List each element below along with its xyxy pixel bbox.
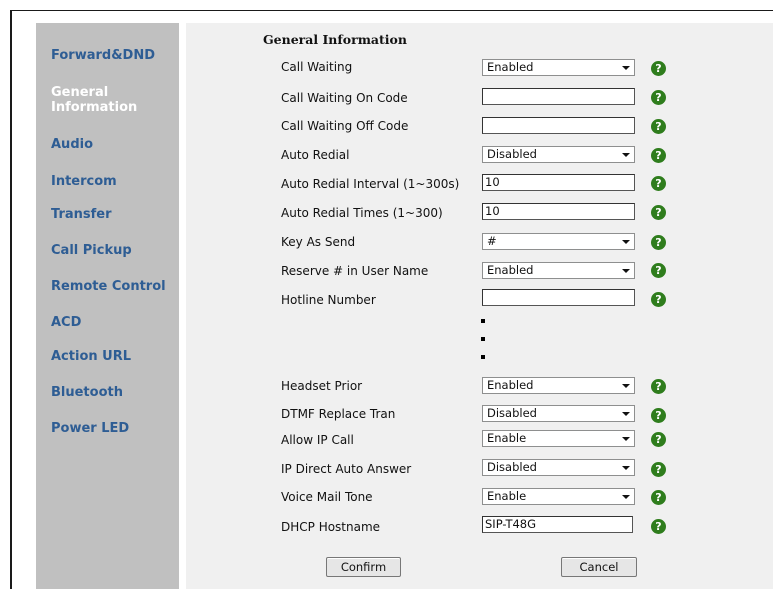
question-mark-icon[interactable]: ? (651, 61, 666, 76)
auto-redial-select[interactable]: Disabled (482, 146, 635, 163)
ip-direct-auto-answer-select[interactable]: Disabled (482, 459, 635, 476)
select-value: Enabled (487, 378, 534, 392)
field-label: DTMF Replace Tran (281, 407, 396, 421)
sidebar-item-action-url[interactable]: Action URL (51, 349, 176, 364)
question-mark-icon[interactable]: ? (651, 263, 666, 278)
dropdown-arrow-icon (622, 437, 630, 441)
select-value: Disabled (487, 460, 537, 474)
field-label: IP Direct Auto Answer (281, 462, 412, 476)
field-label: Auto Redial Interval (1~300s) (281, 177, 460, 191)
call-waiting-off-code-input[interactable] (482, 117, 635, 134)
dropdown-arrow-icon (622, 495, 630, 499)
ellipsis-dot (481, 319, 485, 323)
question-mark-icon[interactable]: ? (651, 519, 666, 534)
field-label: Call Waiting (281, 60, 353, 74)
select-value: Enabled (487, 263, 534, 277)
allow-ip-call-select[interactable]: Enable (482, 430, 635, 447)
question-mark-icon[interactable]: ? (651, 176, 666, 191)
question-mark-icon[interactable]: ? (651, 90, 666, 105)
select-value: # (487, 234, 497, 248)
field-label: Allow IP Call (281, 433, 354, 447)
question-mark-icon[interactable]: ? (651, 119, 666, 134)
field-label: Voice Mail Tone (281, 490, 373, 504)
question-mark-icon[interactable]: ? (651, 408, 666, 423)
question-mark-icon[interactable]: ? (651, 490, 666, 505)
field-label: DHCP Hostname (281, 520, 381, 534)
sidebar-item-intercom[interactable]: Intercom (51, 174, 176, 189)
settings-panel (186, 23, 773, 589)
dropdown-arrow-icon (622, 66, 630, 70)
field-label: Call Waiting Off Code (281, 119, 409, 133)
auto-redial-interval-input[interactable]: 10 (482, 174, 635, 191)
sidebar-item-transfer[interactable]: Transfer (51, 207, 176, 222)
cancel-button[interactable]: Cancel (561, 557, 637, 577)
sidebar-item-forward-dnd[interactable]: Forward&DND (51, 48, 176, 63)
dhcp-hostname-input[interactable]: SIP-T48G (482, 516, 633, 533)
auto-redial-times-input[interactable]: 10 (482, 203, 635, 220)
field-label: Hotline Number (281, 293, 376, 307)
question-mark-icon[interactable]: ? (651, 462, 666, 477)
field-label: Auto Redial Times (1~300) (281, 206, 443, 220)
question-mark-icon[interactable]: ? (651, 205, 666, 220)
ellipsis-dot (481, 355, 485, 359)
dropdown-arrow-icon (622, 412, 630, 416)
voice-mail-tone-select[interactable]: Enable (482, 488, 635, 505)
dropdown-arrow-icon (622, 269, 630, 273)
field-label: Auto Redial (281, 148, 350, 162)
field-label: Reserve # in User Name (281, 264, 429, 278)
select-value: Enabled (487, 60, 534, 74)
select-value: Enable (487, 489, 527, 503)
question-mark-icon[interactable]: ? (651, 292, 666, 307)
sidebar-item-acd[interactable]: ACD (51, 315, 176, 330)
select-value: Disabled (487, 406, 537, 420)
select-value: Disabled (487, 147, 537, 161)
ellipsis-dot (481, 337, 485, 341)
sidebar-item-call-pickup[interactable]: Call Pickup (51, 243, 176, 258)
sidebar-item-bluetooth[interactable]: Bluetooth (51, 385, 176, 400)
sidebar-item-general-information[interactable]: General Information (51, 85, 176, 115)
sidebar-item-audio[interactable]: Audio (51, 137, 176, 152)
question-mark-icon[interactable]: ? (651, 379, 666, 394)
sidebar-item-remote-control[interactable]: Remote Control (51, 279, 176, 294)
select-value: Enable (487, 431, 527, 445)
reserve-hash-select[interactable]: Enabled (482, 262, 635, 279)
question-mark-icon[interactable]: ? (651, 432, 666, 447)
headset-prior-select[interactable]: Enabled (482, 377, 635, 394)
hotline-number-input[interactable] (482, 289, 635, 306)
dtmf-replace-tran-select[interactable]: Disabled (482, 405, 635, 422)
dropdown-arrow-icon (622, 384, 630, 388)
field-label: Key As Send (281, 235, 356, 249)
section-title: General Information (263, 32, 407, 47)
dropdown-arrow-icon (622, 466, 630, 470)
question-mark-icon[interactable]: ? (651, 148, 666, 163)
dropdown-arrow-icon (622, 240, 630, 244)
sidebar-item-power-led[interactable]: Power LED (51, 421, 176, 436)
question-mark-icon[interactable]: ? (651, 235, 666, 250)
call-waiting-on-code-input[interactable] (482, 88, 635, 105)
field-label: Headset Prior (281, 379, 363, 393)
call-waiting-select[interactable]: Enabled (482, 59, 635, 76)
confirm-button[interactable]: Confirm (326, 557, 401, 577)
field-label: Call Waiting On Code (281, 91, 408, 105)
dropdown-arrow-icon (622, 153, 630, 157)
key-as-send-select[interactable]: # (482, 233, 635, 250)
